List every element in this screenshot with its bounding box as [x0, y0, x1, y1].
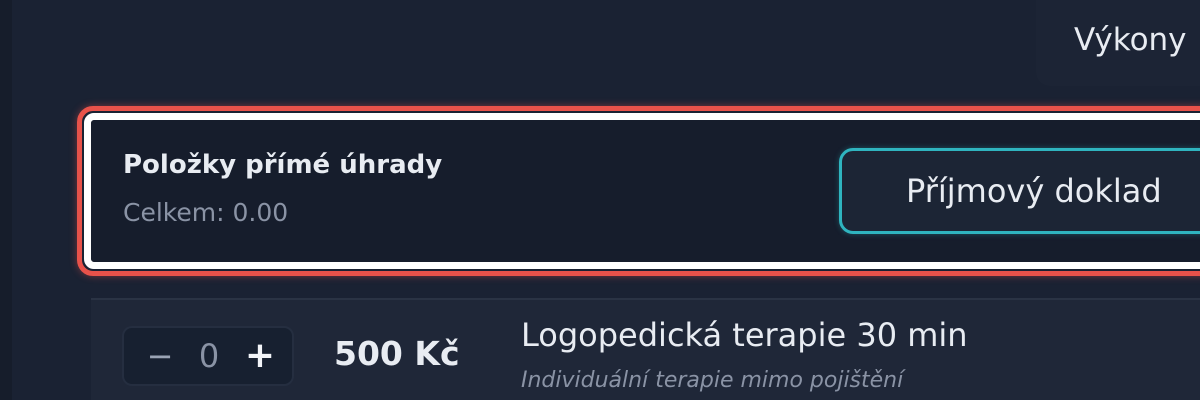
quantity-stepper: − 0 + — [122, 326, 294, 386]
item-name: Logopedická terapie 30 min — [521, 316, 968, 354]
minus-icon[interactable]: − — [144, 338, 176, 374]
tab-vykony[interactable]: Výkony — [1036, 0, 1200, 86]
item-price: 500 Kč — [334, 334, 460, 373]
app-frame: Výkony Položky přímé úhrady Celkem: 0.00… — [0, 0, 1200, 400]
panel-total: Celkem: 0.00 — [123, 198, 289, 227]
plus-icon[interactable]: + — [242, 338, 278, 374]
left-edge — [0, 0, 12, 400]
receipt-button[interactable]: Příjmový doklad — [839, 148, 1200, 234]
item-description: Individuální terapie mimo pojištění — [521, 368, 904, 393]
quantity-value: 0 — [198, 337, 220, 375]
panel-title: Položky přímé úhrady — [123, 150, 443, 180]
